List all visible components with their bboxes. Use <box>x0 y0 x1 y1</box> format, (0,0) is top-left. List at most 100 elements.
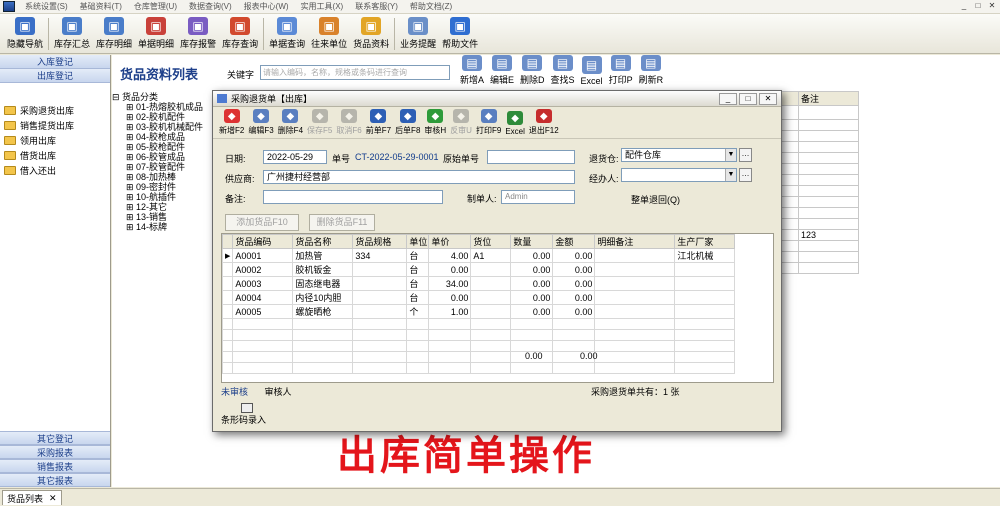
grid-cell[interactable] <box>674 304 736 319</box>
tree-node[interactable]: ⊞ 09-密封件 <box>112 182 222 192</box>
grid-cell[interactable] <box>594 262 676 277</box>
sidebar-header-0[interactable]: 入库登记 <box>0 55 110 69</box>
dialog-toolbar-button-10[interactable]: ◆ Excel <box>503 108 527 138</box>
sidebar-item-4[interactable]: 借入还出 <box>0 163 110 178</box>
sidebar-bottom-header-0[interactable]: 其它登记 <box>0 431 110 445</box>
main-toolbar-button-3[interactable]: ▤ 查找S <box>548 55 578 89</box>
grid-header[interactable]: 货位 <box>470 234 512 249</box>
sidebar-bottom-header-2[interactable]: 销售报表 <box>0 459 110 473</box>
grid-header[interactable]: 备注 <box>798 91 860 106</box>
sidebar-item-1[interactable]: 销售提货出库 <box>0 118 110 133</box>
close-window-button[interactable]: ✕ <box>986 1 998 12</box>
grid-cell[interactable]: 4.00 <box>428 248 472 263</box>
grid-header[interactable]: 明细备注 <box>594 234 676 249</box>
tree-node[interactable]: ⊞ 08-加热棒 <box>112 172 222 182</box>
grid-cell[interactable]: A0005 <box>232 304 294 319</box>
grid-cell[interactable]: 0.00 <box>552 248 596 263</box>
grid-cell[interactable]: A0002 <box>232 262 294 277</box>
grid-cell[interactable]: 0.00 <box>510 248 554 263</box>
grid-cell[interactable]: 0.00 <box>510 290 554 305</box>
handler-select[interactable]: ▼ <box>621 168 737 182</box>
grid-cell[interactable]: A0003 <box>232 276 294 291</box>
grid-cell[interactable]: 内径10内胆 <box>292 290 354 305</box>
main-toolbar-button-5[interactable]: ▤ 打印P <box>606 55 636 89</box>
grid-cell[interactable]: 0.00 <box>552 276 596 291</box>
grid-cell[interactable]: 江北机械 <box>674 248 736 263</box>
grid-cell[interactable]: 34.00 <box>428 276 472 291</box>
tree-node[interactable]: ⊞ 10-航插件 <box>112 192 222 202</box>
grid-cell[interactable] <box>594 276 676 291</box>
grid-cell[interactable]: 0.00 <box>428 262 472 277</box>
menu-item-5[interactable]: 实用工具(X) <box>295 1 350 12</box>
grid-cell[interactable]: 个 <box>406 304 430 319</box>
tree-node[interactable]: ⊞ 13-销售 <box>112 212 222 222</box>
maximize-button[interactable]: □ <box>972 1 984 12</box>
tree-node[interactable]: ⊞ 02-胶机配件 <box>112 112 222 122</box>
dialog-toolbar-button-6[interactable]: ◆ 后单F8 <box>393 108 422 138</box>
grid-cell[interactable]: A1 <box>470 248 512 263</box>
grid-header[interactable]: 金额 <box>552 234 596 249</box>
sidebar-header-1[interactable]: 出库登记 <box>0 69 110 83</box>
handler-lookup-button[interactable]: … <box>739 168 752 182</box>
tree-node[interactable]: ⊞ 14-标牌 <box>112 222 222 232</box>
dialog-toolbar-button-7[interactable]: ◆ 审核H <box>422 108 448 138</box>
tree-node[interactable]: ⊟ 货品分类 <box>112 92 222 102</box>
toolbar-button-7[interactable]: ▣ 往来单位 <box>308 15 350 53</box>
grid-cell[interactable]: 台 <box>406 276 430 291</box>
grid-cell[interactable] <box>352 262 408 277</box>
grid-cell[interactable] <box>674 262 736 277</box>
toolbar-button-8[interactable]: ▣ 货品资料 <box>350 15 392 53</box>
supplier-input[interactable]: 广州捷村经营部 <box>263 170 575 184</box>
sidebar-bottom-header-3[interactable]: 其它报表 <box>0 473 110 487</box>
tree-node[interactable]: ⊞ 12-其它 <box>112 202 222 212</box>
table-row[interactable]: A0002 胶机钣金台 0.00 0.00 0.00 <box>222 262 736 277</box>
tree-node[interactable]: ⊞ 05-胶枪配件 <box>112 142 222 152</box>
table-row[interactable]: ▶ A0001 加热管 334 台 4.00 A1 0.00 0.00 江北机械 <box>222 248 736 263</box>
grid-cell[interactable]: 加热管 <box>292 248 354 263</box>
grid-cell[interactable] <box>470 276 512 291</box>
grid-cell[interactable] <box>674 276 736 291</box>
grid-cell[interactable] <box>594 304 676 319</box>
grid-cell[interactable]: A0001 <box>232 248 294 263</box>
grid-cell[interactable] <box>470 290 512 305</box>
barcode-entry-button[interactable]: 条形码录入 <box>221 403 266 426</box>
menu-item-2[interactable]: 仓库管理(U) <box>128 1 183 12</box>
menu-item-7[interactable]: 帮助文档(Z) <box>404 1 458 12</box>
tree-node[interactable]: ⊞ 06-胶管成品 <box>112 152 222 162</box>
table-row[interactable]: A0005 螺旋晒枪 个 1.00 0.00 0.00 <box>222 304 736 319</box>
sidebar-bottom-header-1[interactable]: 采购报表 <box>0 445 110 459</box>
grid-cell[interactable]: 0.00 <box>510 262 554 277</box>
toolbar-button-4[interactable]: ▣ 库存报警 <box>177 15 219 53</box>
grid-header[interactable]: 生产厂家 <box>674 234 736 249</box>
warehouse-lookup-button[interactable]: … <box>739 148 752 162</box>
grid-cell[interactable] <box>352 290 408 305</box>
dialog-toolbar-button-3[interactable]: ◆ 保存F5 <box>305 108 334 138</box>
grid-cell[interactable]: 台 <box>406 262 430 277</box>
dialog-toolbar-button-4[interactable]: ◆ 取消F6 <box>334 108 363 138</box>
tree-node[interactable]: ⊞ 04-胶枪成品 <box>112 132 222 142</box>
grid-cell[interactable]: 0.00 <box>510 304 554 319</box>
dialog-minimize-button[interactable]: _ <box>719 93 737 105</box>
grid-cell[interactable]: 台 <box>406 290 430 305</box>
grid-header[interactable]: 货品编码 <box>232 234 294 249</box>
toolbar-button-1[interactable]: ▣ 库存汇总 <box>51 15 93 53</box>
dialog-toolbar-button-8[interactable]: ◆ 反审U <box>448 108 474 138</box>
toolbar-button-5[interactable]: ▣ 库存查询 <box>219 15 261 53</box>
main-toolbar-button-6[interactable]: ▤ 刷新R <box>636 55 667 89</box>
toolbar-button-6[interactable]: ▣ 单据查询 <box>266 15 308 53</box>
dialog-toolbar-button-9[interactable]: ◆ 打印F9 <box>474 108 503 138</box>
dialog-toolbar-button-2[interactable]: ◆ 删除F4 <box>276 108 305 138</box>
tab-goods-list[interactable]: 货品列表 ✕ <box>2 490 62 505</box>
toolbar-button-2[interactable]: ▣ 库存明细 <box>93 15 135 53</box>
dialog-toolbar-button-5[interactable]: ◆ 前单F7 <box>364 108 393 138</box>
sidebar-item-2[interactable]: 领用出库 <box>0 133 110 148</box>
menu-item-6[interactable]: 联系客服(Y) <box>349 1 404 12</box>
grid-cell[interactable]: 螺旋晒枪 <box>292 304 354 319</box>
grid-header[interactable]: 单位 <box>406 234 430 249</box>
menu-item-4[interactable]: 报表中心(W) <box>238 1 295 12</box>
grid-cell[interactable]: 1.00 <box>428 304 472 319</box>
tree-node[interactable]: ⊞ 07-胶管配件 <box>112 162 222 172</box>
warehouse-select[interactable]: 配件仓库 ▼ <box>621 148 737 162</box>
orig-docno-input[interactable] <box>487 150 575 164</box>
table-row[interactable]: A0003 固态继电器 台 34.00 0.00 0.00 <box>222 276 736 291</box>
